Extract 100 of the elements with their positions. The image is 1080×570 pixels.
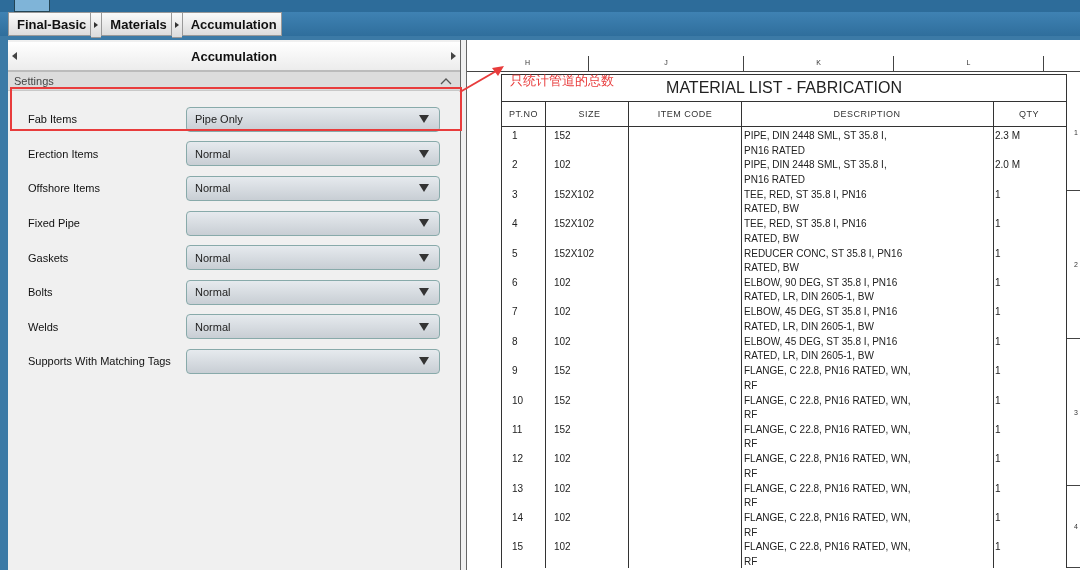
table-cell-text: PIPE, DIN 2448 SML, ST 35.8 I, <box>744 129 888 143</box>
table-cell-text: 1 <box>995 452 1002 467</box>
dropdown-arrow-icon[interactable] <box>419 357 429 366</box>
table-cell-text: 2 <box>512 158 519 173</box>
table-cell-text: PN16 RATED <box>744 172 806 187</box>
table-cell-text: FLANGE, C 22.8, PN16 RATED, WN, <box>744 481 912 496</box>
dropdown[interactable]: Normal <box>186 245 440 271</box>
table-cell-text: 15 <box>512 540 525 555</box>
table-cell-text: 6 <box>512 275 519 290</box>
table-cell-text: FLANGE, C 22.8, PN16 RATED, WN, <box>744 452 912 467</box>
table-cell-text: RF <box>744 408 759 422</box>
dropdown-arrow-icon[interactable] <box>419 115 429 124</box>
table-cell-text: 8 <box>512 334 519 349</box>
breadcrumb-item[interactable]: Materials <box>101 12 172 36</box>
table-cell-text: 5 <box>512 246 519 261</box>
table-cell-text: 102 <box>554 481 572 496</box>
dropdown-arrow-icon[interactable] <box>419 322 429 331</box>
table-cell-text: 4 <box>512 217 519 232</box>
dropdown-arrow-icon[interactable] <box>419 184 429 193</box>
table-cell-text: FLANGE, C 22.8, PN16 RATED, WN, <box>744 364 912 379</box>
table-cell-text: FLANGE, C 22.8, PN16 RATED, WN, <box>744 511 912 526</box>
table-cell-text: RF <box>744 466 759 481</box>
table-cell-text: FLANGE, C 22.8, PN16 RATED, WN, <box>744 393 912 408</box>
table-cell-text: REDUCER CONC, ST 35.8 I, PN16 <box>744 246 904 261</box>
dropdown[interactable]: Pipe Only <box>186 106 440 132</box>
dropdown[interactable]: Normal <box>186 141 440 167</box>
table-cell-text: RATED, LR, DIN 2605-1, BW <box>744 290 875 305</box>
column-header: DESCRIPTION <box>833 107 901 121</box>
scroll-left-icon[interactable] <box>12 52 18 60</box>
panel-title: Accumulation <box>191 48 277 64</box>
table-cell-text: TEE, RED, ST 35.8 I, PN16 <box>744 187 868 202</box>
table-cell-text: 102 <box>554 540 572 555</box>
dropdown-arrow-icon[interactable] <box>419 219 429 228</box>
table-cell-text: TEE, RED, ST 35.8 I, PN16 <box>744 217 868 232</box>
table-cell-text: 2.0 M <box>995 158 1021 173</box>
table-cell-text: 1 <box>995 275 1002 290</box>
table-cell-text: RF <box>744 378 759 393</box>
table-cell-text: RF <box>744 437 759 452</box>
section-title: Settings <box>14 75 54 87</box>
table-cell-text: 152 <box>554 393 572 408</box>
setting-label: Bolts <box>28 286 54 299</box>
table-cell-text: RF <box>744 525 759 540</box>
table-cell-text: 10 <box>512 393 525 408</box>
table-cell-text: 2.3 M <box>995 129 1021 143</box>
table-cell-text: 3 <box>512 187 519 202</box>
table-cell-text: 1 <box>995 481 1002 496</box>
table-cell-text: PIPE, DIN 2448 SML, ST 35.8 I, <box>744 158 888 173</box>
column-header: ITEM CODE <box>657 107 713 121</box>
table-cell-text: 152 <box>554 129 572 143</box>
table-cell-text: 152X102 <box>554 217 596 232</box>
table-cell-text: 152X102 <box>554 187 596 202</box>
table-cell-text: 152X102 <box>554 246 596 261</box>
table-cell-text: PN16 RATED <box>744 143 806 158</box>
breadcrumb-item[interactable]: Final-Basic <box>8 12 92 36</box>
dropdown[interactable]: Normal <box>186 176 440 201</box>
table-cell-text: 1 <box>995 305 1002 320</box>
table-cell-text: 1 <box>995 217 1002 232</box>
table-cell-text: 11 <box>512 422 524 437</box>
setting-label: Fab Items <box>28 113 78 126</box>
table-cell-text: 102 <box>554 305 572 320</box>
setting-label: Erection Items <box>28 147 100 160</box>
annotation-text: 只统计管道的总数 <box>510 72 614 90</box>
dropdown[interactable]: Normal <box>186 279 440 305</box>
table-cell-text: 9 <box>512 364 519 379</box>
table-cell-text: 1 <box>995 393 1002 408</box>
dropdown-arrow-icon[interactable] <box>419 288 429 297</box>
table-cell-text: 12 <box>512 452 525 467</box>
dropdown[interactable]: Normal <box>186 314 440 340</box>
table-cell-text: 13 <box>512 481 525 496</box>
table-cell-text: 1 <box>995 540 1002 555</box>
table-cell-text: 14 <box>512 511 525 526</box>
table-cell-text: 102 <box>554 334 572 349</box>
table-cell-text: RF <box>744 496 759 511</box>
scroll-right-icon[interactable] <box>450 52 456 60</box>
table-cell-text: RATED, BW <box>744 231 800 246</box>
setting-label: Supports With Matching Tags <box>28 355 172 368</box>
table-cell-text: RF <box>744 554 759 569</box>
table-cell-text: FLANGE, C 22.8, PN16 RATED, WN, <box>744 540 912 555</box>
table-cell-text: 1 <box>995 246 1002 261</box>
collapse-icon[interactable] <box>440 77 452 85</box>
breadcrumb-item[interactable]: Accumulation <box>181 12 282 36</box>
setting-label: Welds <box>28 320 60 333</box>
setting-label: Fixed Pipe <box>28 217 81 230</box>
table-cell-text: 102 <box>554 158 572 173</box>
column-header: QTY <box>1019 107 1039 121</box>
table-cell-text: 1 <box>995 511 1002 526</box>
app-tab[interactable] <box>14 0 50 12</box>
table-cell-text: ELBOW, 90 DEG, ST 35.8 I, PN16 <box>744 275 899 290</box>
table-cell-text: FLANGE, C 22.8, PN16 RATED, WN, <box>744 422 912 437</box>
table-cell-text: 1 <box>995 187 1002 202</box>
chevron-icon[interactable] <box>171 12 182 38</box>
dropdown-arrow-icon[interactable] <box>419 149 429 158</box>
table-cell-text: 102 <box>554 275 572 290</box>
table-cell-text: RATED, LR, DIN 2605-1, BW <box>744 319 875 334</box>
chevron-icon[interactable] <box>91 12 102 38</box>
table-cell-text: 152 <box>554 364 572 379</box>
splitter[interactable] <box>460 40 467 570</box>
dropdown-arrow-icon[interactable] <box>419 253 429 262</box>
table-cell-text: ELBOW, 45 DEG, ST 35.8 I, PN16 <box>744 305 899 320</box>
table-cell-text: 152 <box>554 422 572 437</box>
